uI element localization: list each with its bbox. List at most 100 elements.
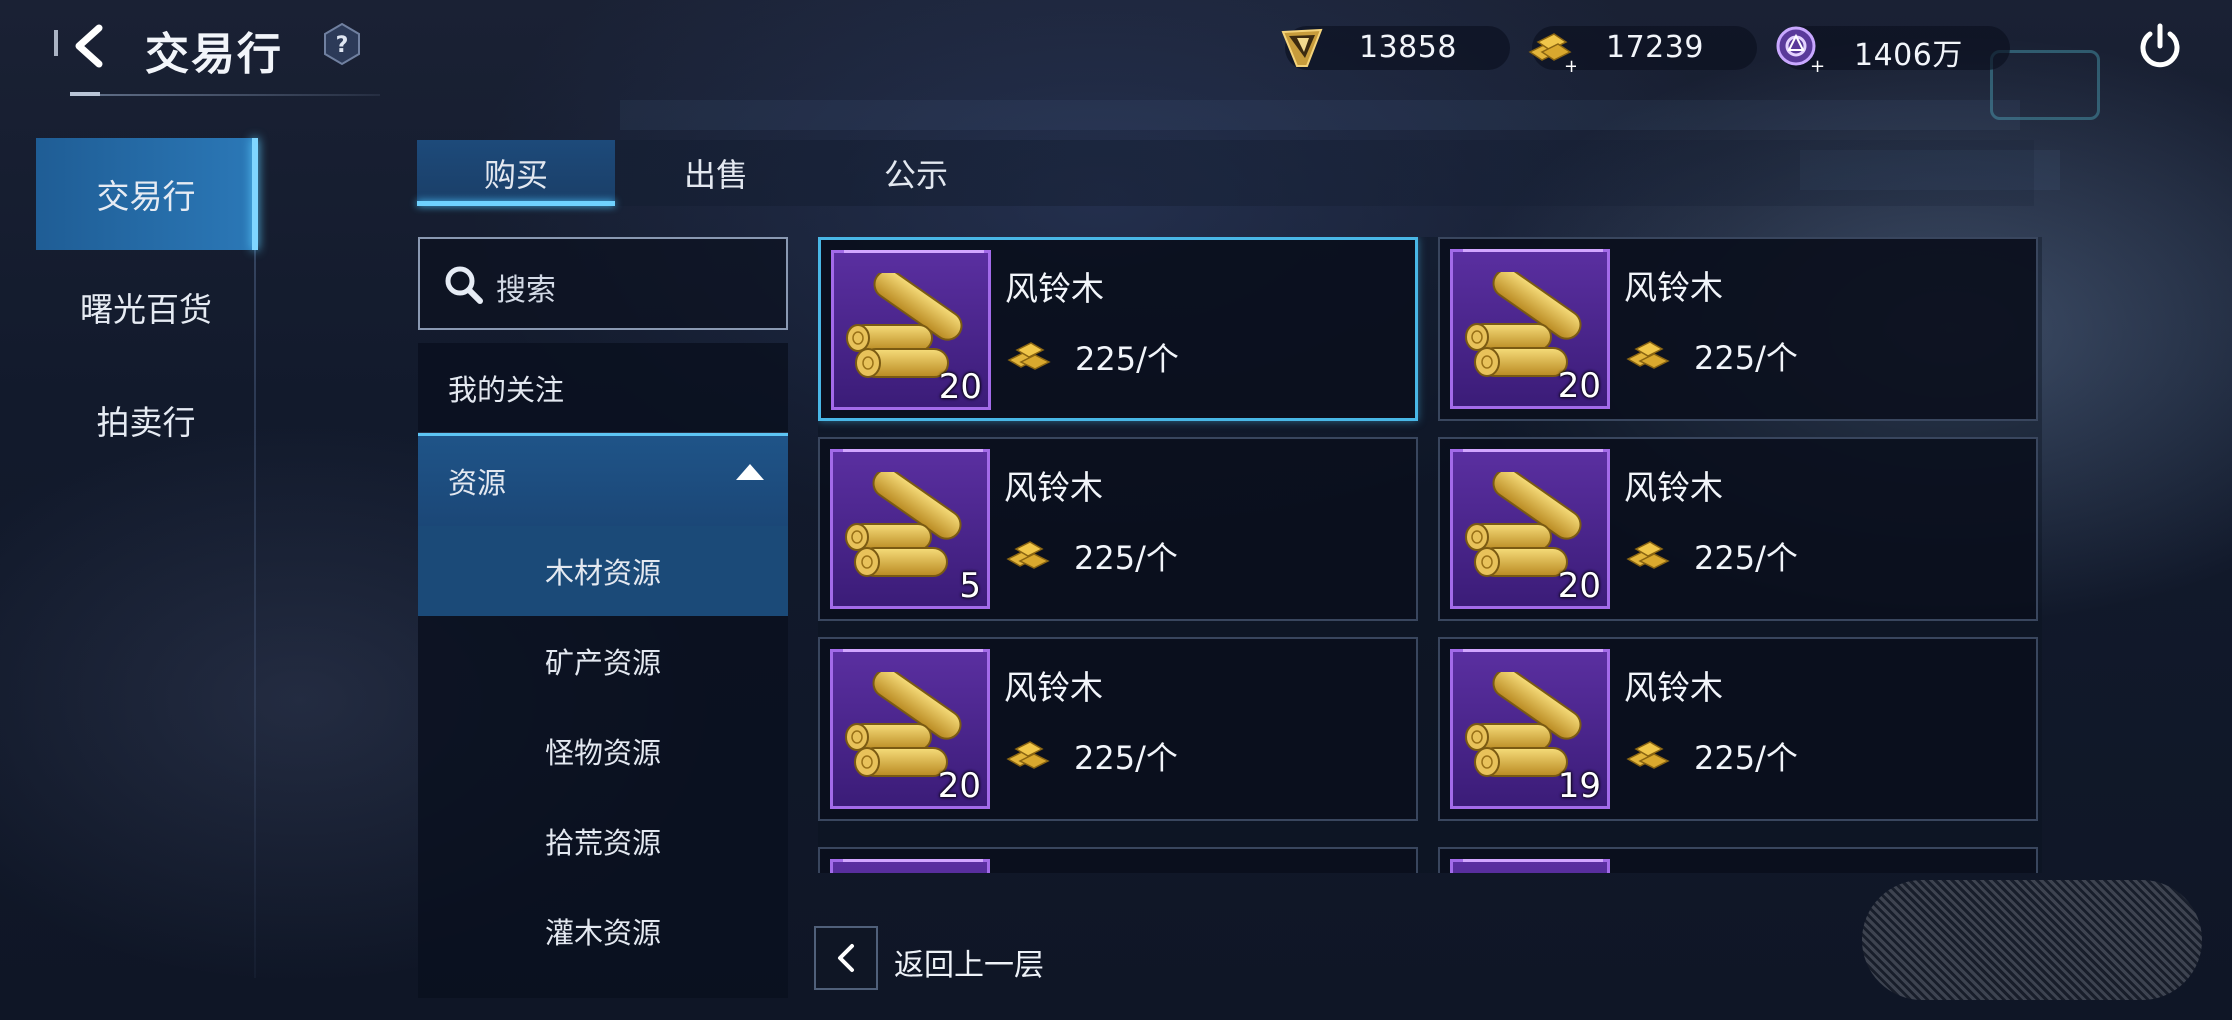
item-frame: 5	[830, 449, 990, 609]
item-price: 225/个	[1075, 340, 1179, 378]
gold-bars-icon	[1626, 541, 1670, 569]
category-label: 拾荒资源	[544, 826, 661, 860]
tab-label: 出售	[683, 156, 748, 194]
back-arrow-box	[814, 926, 878, 990]
item-price: 225/个	[1694, 339, 1798, 377]
search-placeholder: 搜索	[496, 273, 556, 308]
item-name: 风铃木	[1004, 468, 1103, 507]
item-name: 风铃木	[1624, 468, 1723, 507]
gold-bars-icon	[1626, 741, 1670, 769]
listing-card[interactable]: 20 风铃木 225/个	[818, 237, 1418, 421]
header-underline	[70, 94, 380, 96]
item-name: 风铃木	[1004, 668, 1103, 707]
svg-text:+: +	[1564, 56, 1576, 74]
power-icon	[2140, 23, 2180, 68]
nav-item-auction-house[interactable]: 拍卖行	[36, 364, 256, 476]
tab-label: 公示	[883, 156, 948, 194]
category-monster-resources[interactable]: 怪物资源	[418, 706, 788, 796]
category-label: 灌木资源	[544, 916, 661, 950]
svg-text:+: +	[1810, 56, 1824, 74]
back-to-parent-button[interactable]: 返回上一层	[814, 926, 1064, 990]
tab-announcement[interactable]: 公示	[817, 140, 1015, 206]
tab-buy[interactable]: 购买	[417, 140, 615, 206]
category-favorites[interactable]: 我的关注	[418, 343, 788, 433]
currency-coin-value: 1406万	[1854, 38, 1963, 73]
header-underline-accent	[70, 92, 100, 96]
item-frame	[1450, 859, 1610, 873]
listing-card[interactable]: 20 风铃木 225/个	[1438, 437, 2038, 621]
listing-grid[interactable]: 20 风铃木 225/个 20 风铃木 225/个 5 风铃木 225/个 20…	[818, 237, 2042, 873]
currency-coin[interactable]: + 1406万	[1776, 26, 2010, 74]
listing-card[interactable]: 20 风铃木 225/个	[1438, 237, 2038, 421]
item-frame: 19	[1450, 649, 1610, 809]
chevron-left-icon	[838, 944, 854, 972]
gold-bars-icon	[1006, 741, 1050, 769]
category-wood-resources[interactable]: 木材资源	[418, 526, 788, 616]
gold-bars-plus-icon: +	[1528, 33, 1576, 74]
power-button[interactable]	[2133, 20, 2187, 74]
listing-card[interactable]: 19 风铃木 225/个	[1438, 637, 2038, 821]
item-price: 225/个	[1074, 539, 1178, 577]
item-quantity: 5	[959, 566, 981, 606]
tab-label: 购买	[483, 156, 548, 194]
nav-item-label: 交易行	[96, 177, 196, 216]
purple-coin-plus-icon: +	[1776, 26, 1824, 74]
listing-card[interactable]: 5 风铃木 225/个	[818, 437, 1418, 621]
category-shrub-resources[interactable]: 灌木资源	[418, 886, 788, 976]
item-name: 风铃木	[1005, 269, 1104, 308]
item-frame: 20	[831, 250, 991, 410]
category-mineral-resources[interactable]: 矿产资源	[418, 616, 788, 706]
background-decoration	[620, 100, 2020, 130]
item-quantity: 20	[938, 367, 982, 407]
collapse-arrow-icon	[736, 464, 764, 480]
item-frame	[830, 859, 990, 873]
header-bar: 交易行 ? 13858 + 17239 + 1406万	[0, 0, 2232, 100]
item-price: 225/个	[1694, 739, 1798, 777]
item-price: 225/个	[1074, 739, 1178, 777]
item-quantity: 20	[937, 766, 981, 806]
help-label: ?	[336, 33, 349, 58]
gold-bars-icon	[1007, 342, 1051, 370]
category-label: 怪物资源	[544, 736, 661, 770]
category-label: 资源	[448, 466, 507, 500]
gold-bars-icon	[1006, 541, 1050, 569]
gold-bars-icon	[1626, 341, 1670, 369]
item-price: 225/个	[1694, 539, 1798, 577]
currency-crystal-value: 13858	[1359, 30, 1457, 65]
watermark-blur	[1862, 880, 2202, 1000]
item-quantity: 19	[1557, 766, 1601, 806]
tab-sell[interactable]: 出售	[617, 140, 815, 206]
currency-crystal[interactable]: 13858	[1281, 26, 1510, 70]
item-name: 风铃木	[1624, 668, 1723, 707]
page-title: 交易行	[145, 29, 283, 80]
currency-gold[interactable]: + 17239	[1528, 26, 1757, 74]
listing-card-partial[interactable]	[1438, 847, 2038, 873]
chevron-left-icon	[75, 24, 103, 68]
category-scavenge-resources[interactable]: 拾荒资源	[418, 796, 788, 886]
search-icon	[445, 266, 483, 304]
item-name: 风铃木	[1624, 268, 1723, 307]
item-quantity: 20	[1557, 566, 1601, 606]
nav-item-label: 曙光百货	[80, 290, 212, 329]
item-quantity: 20	[1557, 366, 1601, 406]
nav-item-trading-house[interactable]: 交易行	[36, 138, 258, 250]
crystal-shard-icon	[1281, 28, 1323, 67]
item-frame: 20	[830, 649, 990, 809]
nav-item-label: 拍卖行	[96, 403, 196, 442]
item-frame: 20	[1450, 249, 1610, 409]
category-label: 矿产资源	[544, 646, 661, 680]
help-button[interactable]: ?	[322, 22, 362, 66]
back-to-parent-label: 返回上一层	[894, 948, 1044, 983]
help-icon: ?	[324, 22, 360, 66]
currency-gold-value: 17239	[1606, 30, 1704, 65]
listing-card-partial[interactable]	[818, 847, 1418, 873]
listing-card[interactable]: 20 风铃木 225/个	[818, 637, 1418, 821]
category-group-resources[interactable]: 资源	[418, 433, 788, 526]
category-label: 木材资源	[544, 556, 661, 590]
category-label: 我的关注	[448, 373, 565, 407]
back-button[interactable]	[62, 18, 116, 74]
header-tick-mark	[54, 30, 58, 56]
nav-item-dawn-store[interactable]: 曙光百货	[36, 251, 256, 363]
category-panel: 我的关注 资源 木材资源 矿产资源 怪物资源 拾荒资源 灌木资源	[418, 343, 788, 998]
search-input[interactable]: 搜索	[418, 237, 788, 330]
